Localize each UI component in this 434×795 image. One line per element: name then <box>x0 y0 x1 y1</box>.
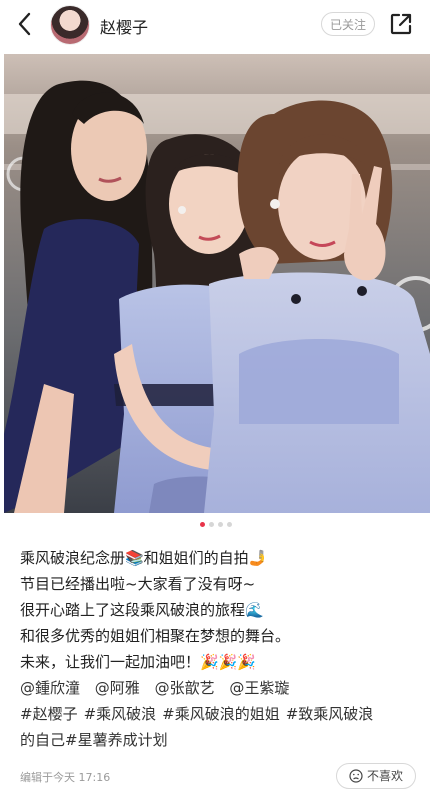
edited-timestamp: 编辑于今天 17:16 <box>20 771 111 784</box>
page-dot[interactable] <box>209 522 214 527</box>
post-line: 未来，让我们一起加油吧！🎉🎉🎉 <box>20 653 257 671</box>
sad-face-icon <box>349 769 363 783</box>
post-line: 和很多优秀的姐姐们相聚在梦想的舞台。 <box>20 627 291 645</box>
hashtag-link[interactable]: #赵樱子 <box>20 705 78 723</box>
back-arrow-icon[interactable] <box>14 11 38 37</box>
mentions-row: @鍾欣潼 @阿雅 @张歆艺 @王紫璇 <box>20 675 425 701</box>
hashtag-link[interactable]: #乘风破浪的姐姐 <box>162 705 280 723</box>
page-dot[interactable] <box>227 522 232 527</box>
dislike-label: 不喜欢 <box>366 769 403 783</box>
top-bar: 赵樱子 已关注 <box>0 0 434 50</box>
mention-link[interactable]: @张歆艺 <box>155 679 215 697</box>
image-pagination[interactable] <box>200 522 232 528</box>
post-content: 乘风破浪纪念册📚和姐姐们的自拍🤳 节目已经播出啦~大家看了没有呀~ 很开心踏上了… <box>20 545 425 753</box>
dislike-button[interactable]: 不喜欢 <box>336 763 416 789</box>
page-dot-active[interactable] <box>200 522 205 527</box>
post-photo[interactable] <box>4 54 430 513</box>
hashtags-row-continued[interactable]: 的自己#星薯养成计划 <box>20 727 425 753</box>
hashtag-link[interactable]: #乘风破浪 <box>84 705 157 723</box>
post-line: 乘风破浪纪念册📚和姐姐们的自拍🤳 <box>20 549 268 567</box>
group-selfie-image <box>4 54 430 513</box>
hashtags-row: #赵樱子 #乘风破浪 #乘风破浪的姐姐 #致乘风破浪 <box>20 701 425 727</box>
share-icon[interactable] <box>389 12 413 36</box>
follow-status-button[interactable]: 已关注 <box>321 12 375 36</box>
mention-link[interactable]: @阿雅 <box>95 679 140 697</box>
mention-link[interactable]: @王紫璇 <box>229 679 289 697</box>
page-dot[interactable] <box>218 522 223 527</box>
mention-link[interactable]: @鍾欣潼 <box>20 679 80 697</box>
username[interactable]: 赵樱子 <box>100 14 148 38</box>
post-line: 节目已经播出啦~大家看了没有呀~ <box>20 575 256 593</box>
avatar[interactable] <box>50 5 90 45</box>
post-line: 很开心踏上了这段乘风破浪的旅程🌊 <box>20 601 264 619</box>
hashtag-link[interactable]: #致乘风破浪 <box>286 705 374 723</box>
